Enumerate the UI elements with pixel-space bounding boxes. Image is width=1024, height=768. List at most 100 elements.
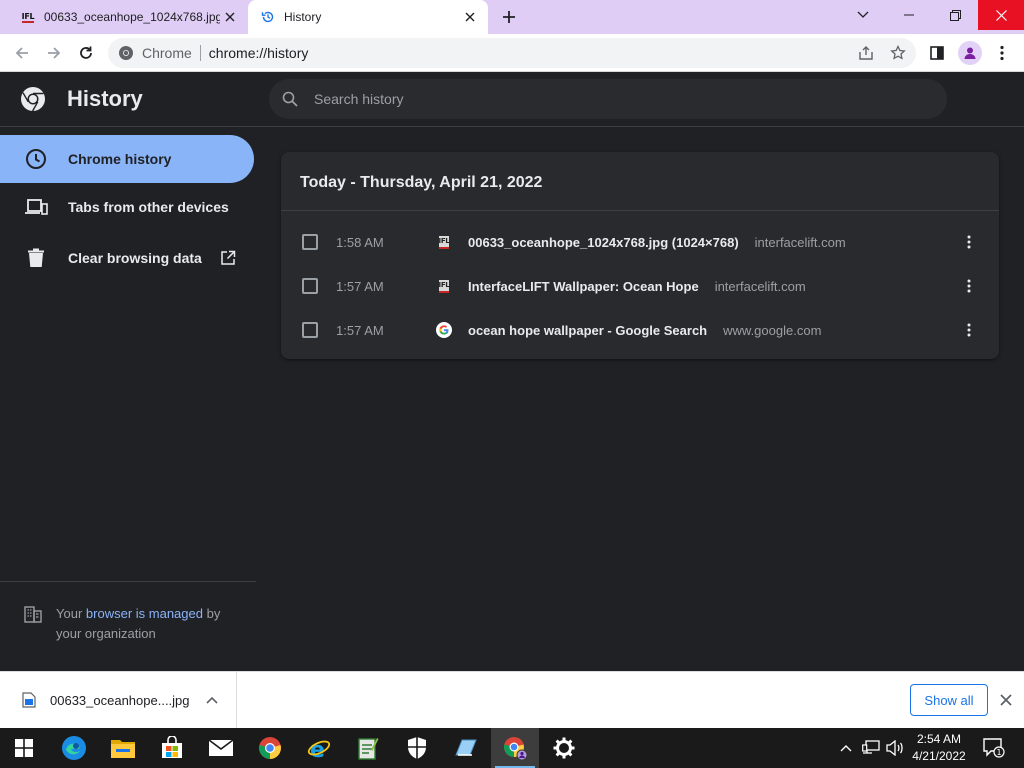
sidebar: Chrome history Tabs from other devices C… (0, 128, 256, 671)
notepad-app-icon[interactable] (344, 728, 392, 768)
tab-title: 00633_oceanhope_1024x768.jpg (44, 10, 220, 24)
close-icon[interactable] (460, 7, 480, 27)
omnibox-url[interactable]: chrome://history (209, 45, 852, 61)
download-filename: 00633_oceanhope....jpg (50, 692, 190, 708)
entry-domain: www.google.com (723, 322, 822, 338)
entry-checkbox[interactable] (302, 278, 318, 294)
notification-center-icon[interactable]: 1 (982, 728, 1006, 768)
mail-icon[interactable] (197, 728, 245, 768)
sidebar-item-tabs-other-devices[interactable]: Tabs from other devices (0, 183, 254, 231)
day-heading: Today - Thursday, April 21, 2022 (300, 174, 543, 191)
clock-icon (24, 147, 48, 171)
ifl-favicon-icon: IFL (21, 11, 35, 23)
history-entry[interactable]: 1:57 AM IFL InterfaceLIFT Wallpaper: Oce… (281, 264, 999, 308)
forward-arrow-icon (48, 47, 61, 59)
card-divider (281, 210, 999, 211)
close-icon[interactable] (996, 690, 1016, 710)
tab-strip: IFL 00633_oceanhope_1024x768.jpg History (0, 0, 1024, 34)
notification-count: 1 (996, 748, 1001, 757)
omnibox-separator (199, 45, 201, 61)
edge-icon[interactable] (50, 728, 98, 768)
security-shield-icon[interactable] (393, 728, 441, 768)
page-title: History (67, 86, 143, 111)
managed-text: Your browser is managed by your organiza… (56, 606, 221, 641)
download-item[interactable]: 00633_oceanhope....jpg (0, 672, 237, 728)
history-page: History Chrome history Tabs from other d… (0, 72, 1024, 671)
sidebar-item-chrome-history[interactable]: Chrome history (0, 135, 254, 183)
forward-button[interactable] (39, 38, 69, 68)
bookmark-star-icon[interactable] (884, 39, 912, 67)
history-entry[interactable]: 1:58 AM IFL 00633_oceanhope_1024x768.jpg… (281, 220, 999, 264)
tab-image[interactable]: IFL 00633_oceanhope_1024x768.jpg (0, 0, 248, 34)
building-icon (24, 605, 42, 623)
reload-button[interactable] (71, 38, 101, 68)
entry-title-link[interactable]: InterfaceLIFT Wallpaper: Ocean Hope (468, 279, 699, 294)
store-icon[interactable] (148, 728, 196, 768)
chrome-site-icon (118, 45, 134, 61)
entry-title-link[interactable]: ocean hope wallpaper - Google Search (468, 323, 707, 338)
entry-checkbox[interactable] (302, 234, 318, 250)
sidebar-item-label: Chrome history (68, 151, 172, 167)
side-panel-icon (930, 46, 944, 60)
more-actions-icon[interactable] (957, 318, 981, 342)
minimize-icon (904, 14, 914, 16)
more-actions-icon[interactable] (957, 274, 981, 298)
tab-history[interactable]: History (248, 0, 488, 34)
chevron-up-icon[interactable] (204, 692, 220, 708)
google-icon (436, 322, 452, 338)
sidebar-item-label: Tabs from other devices (68, 199, 229, 215)
chevron-up-icon[interactable] (836, 728, 856, 768)
sidebar-item-label: Clear browsing data (68, 250, 202, 266)
window-close-button[interactable] (978, 0, 1024, 30)
minimize-button[interactable] (886, 0, 932, 30)
menu-button[interactable] (987, 38, 1017, 68)
managed-notice: Your browser is managed by your organiza… (24, 604, 244, 644)
search-tabs-button[interactable] (840, 0, 886, 30)
image-file-icon (22, 692, 36, 708)
restore-button[interactable] (932, 0, 978, 30)
internet-explorer-icon[interactable]: e (295, 728, 343, 768)
entry-time: 1:57 AM (336, 322, 384, 338)
entry-domain: interfacelift.com (714, 278, 806, 294)
new-tab-button[interactable] (496, 5, 522, 29)
profile-avatar[interactable] (958, 41, 982, 65)
managed-link[interactable]: browser is managed (86, 606, 203, 621)
volume-icon[interactable] (884, 728, 906, 768)
entry-time: 1:57 AM (336, 278, 384, 294)
sidebar-item-clear-browsing-data[interactable]: Clear browsing data (0, 234, 254, 282)
external-link-icon (220, 250, 236, 266)
clock-date: 4/21/2022 (912, 749, 966, 763)
side-panel-button[interactable] (922, 38, 952, 68)
back-button[interactable] (7, 38, 37, 68)
search-box[interactable] (269, 79, 947, 119)
file-explorer-icon[interactable] (99, 728, 147, 768)
devices-icon (24, 195, 48, 219)
entry-title-link[interactable]: 00633_oceanhope_1024x768.jpg (1024×768) (468, 235, 739, 250)
taskbar-clock[interactable]: 2:54 AM 4/21/2022 (906, 731, 972, 765)
chrome-icon[interactable] (246, 728, 294, 768)
more-actions-icon[interactable] (957, 230, 981, 254)
clock-time: 2:54 AM (916, 732, 962, 746)
history-entry[interactable]: 1:57 AM ocean hope wallpaper - Google Se… (281, 308, 999, 352)
person-icon (964, 47, 976, 59)
back-arrow-icon (15, 47, 28, 59)
more-vert-icon (1000, 45, 1004, 61)
windows-taskbar: e 2:54 AM 4/21/2022 1 (0, 728, 1024, 768)
show-all-button[interactable]: Show all (910, 684, 988, 716)
settings-gear-icon[interactable] (540, 728, 588, 768)
ifl-favicon-icon: IFL (436, 278, 452, 294)
history-icon (260, 9, 276, 25)
network-icon[interactable] (860, 728, 882, 768)
share-icon[interactable] (852, 39, 880, 67)
address-bar[interactable]: Chrome chrome://history (108, 38, 916, 68)
search-history-input[interactable] (314, 91, 894, 107)
windows-start-icon[interactable] (0, 728, 48, 768)
chrome-profile-icon[interactable] (491, 728, 539, 768)
entry-time: 1:58 AM (336, 234, 384, 250)
snip-tool-icon[interactable] (442, 728, 490, 768)
sidebar-divider (0, 581, 256, 582)
entry-checkbox[interactable] (302, 322, 318, 338)
close-icon[interactable] (220, 7, 240, 27)
omnibox-chip: Chrome (142, 45, 192, 61)
page-header: History (0, 72, 1024, 127)
